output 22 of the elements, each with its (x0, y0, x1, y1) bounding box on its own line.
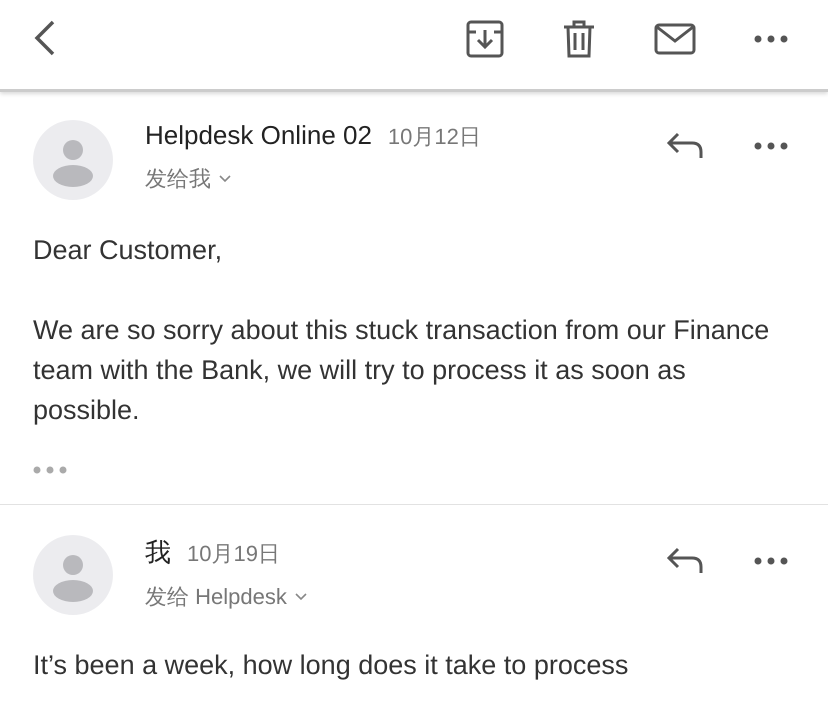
back-icon[interactable] (33, 20, 57, 56)
reply-icon[interactable] (666, 547, 704, 575)
recipient-toggle[interactable]: 发给我 (145, 164, 211, 194)
message-paragraph: Dear Customer, (33, 234, 224, 267)
more-icon[interactable] (754, 35, 788, 43)
avatar-icon (33, 120, 113, 200)
chevron-icon[interactable] (219, 175, 231, 183)
reply-icon[interactable] (666, 132, 704, 160)
mail-icon[interactable] (654, 23, 696, 55)
message-paragraph: We are so sorry about this stuck transaction from our Finance team with the Bank, we will try to process it as soon as possible. (33, 314, 770, 427)
more-icon[interactable] (754, 557, 788, 565)
chevron-icon[interactable] (294, 593, 307, 601)
trash-icon[interactable] (562, 20, 596, 58)
sender-name: 我 (145, 536, 171, 569)
message-date: 10月19日 (187, 540, 280, 568)
message-date: 10月12日 (388, 123, 481, 151)
sender-name: Helpdesk Online 02 (145, 120, 372, 151)
more-icon[interactable] (754, 142, 788, 150)
message-paragraph: It’s been a week, how long does it take to process (33, 649, 630, 682)
archive-icon[interactable] (466, 20, 504, 58)
recipient-toggle[interactable]: 发给 Helpdesk (145, 582, 287, 612)
avatar-icon (33, 535, 113, 615)
